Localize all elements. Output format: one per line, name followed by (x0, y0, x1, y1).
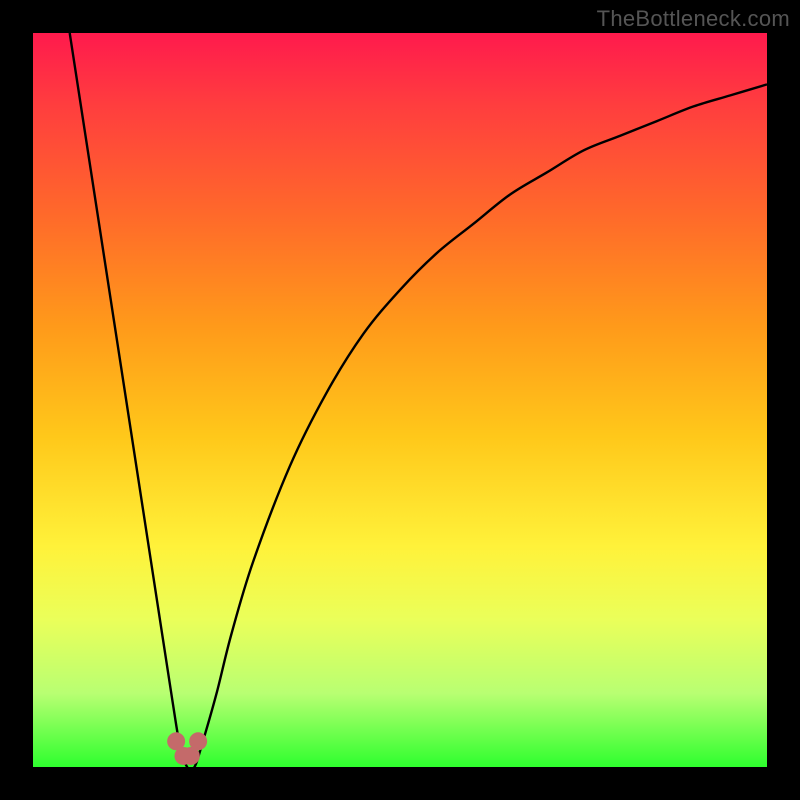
watermark-text: TheBottleneck.com (597, 6, 790, 32)
curve-markers (167, 732, 207, 765)
curve-svg (33, 33, 767, 767)
plot-area (33, 33, 767, 767)
bottleneck-curve (70, 33, 767, 770)
curve-marker (189, 732, 207, 750)
chart-frame: TheBottleneck.com (0, 0, 800, 800)
